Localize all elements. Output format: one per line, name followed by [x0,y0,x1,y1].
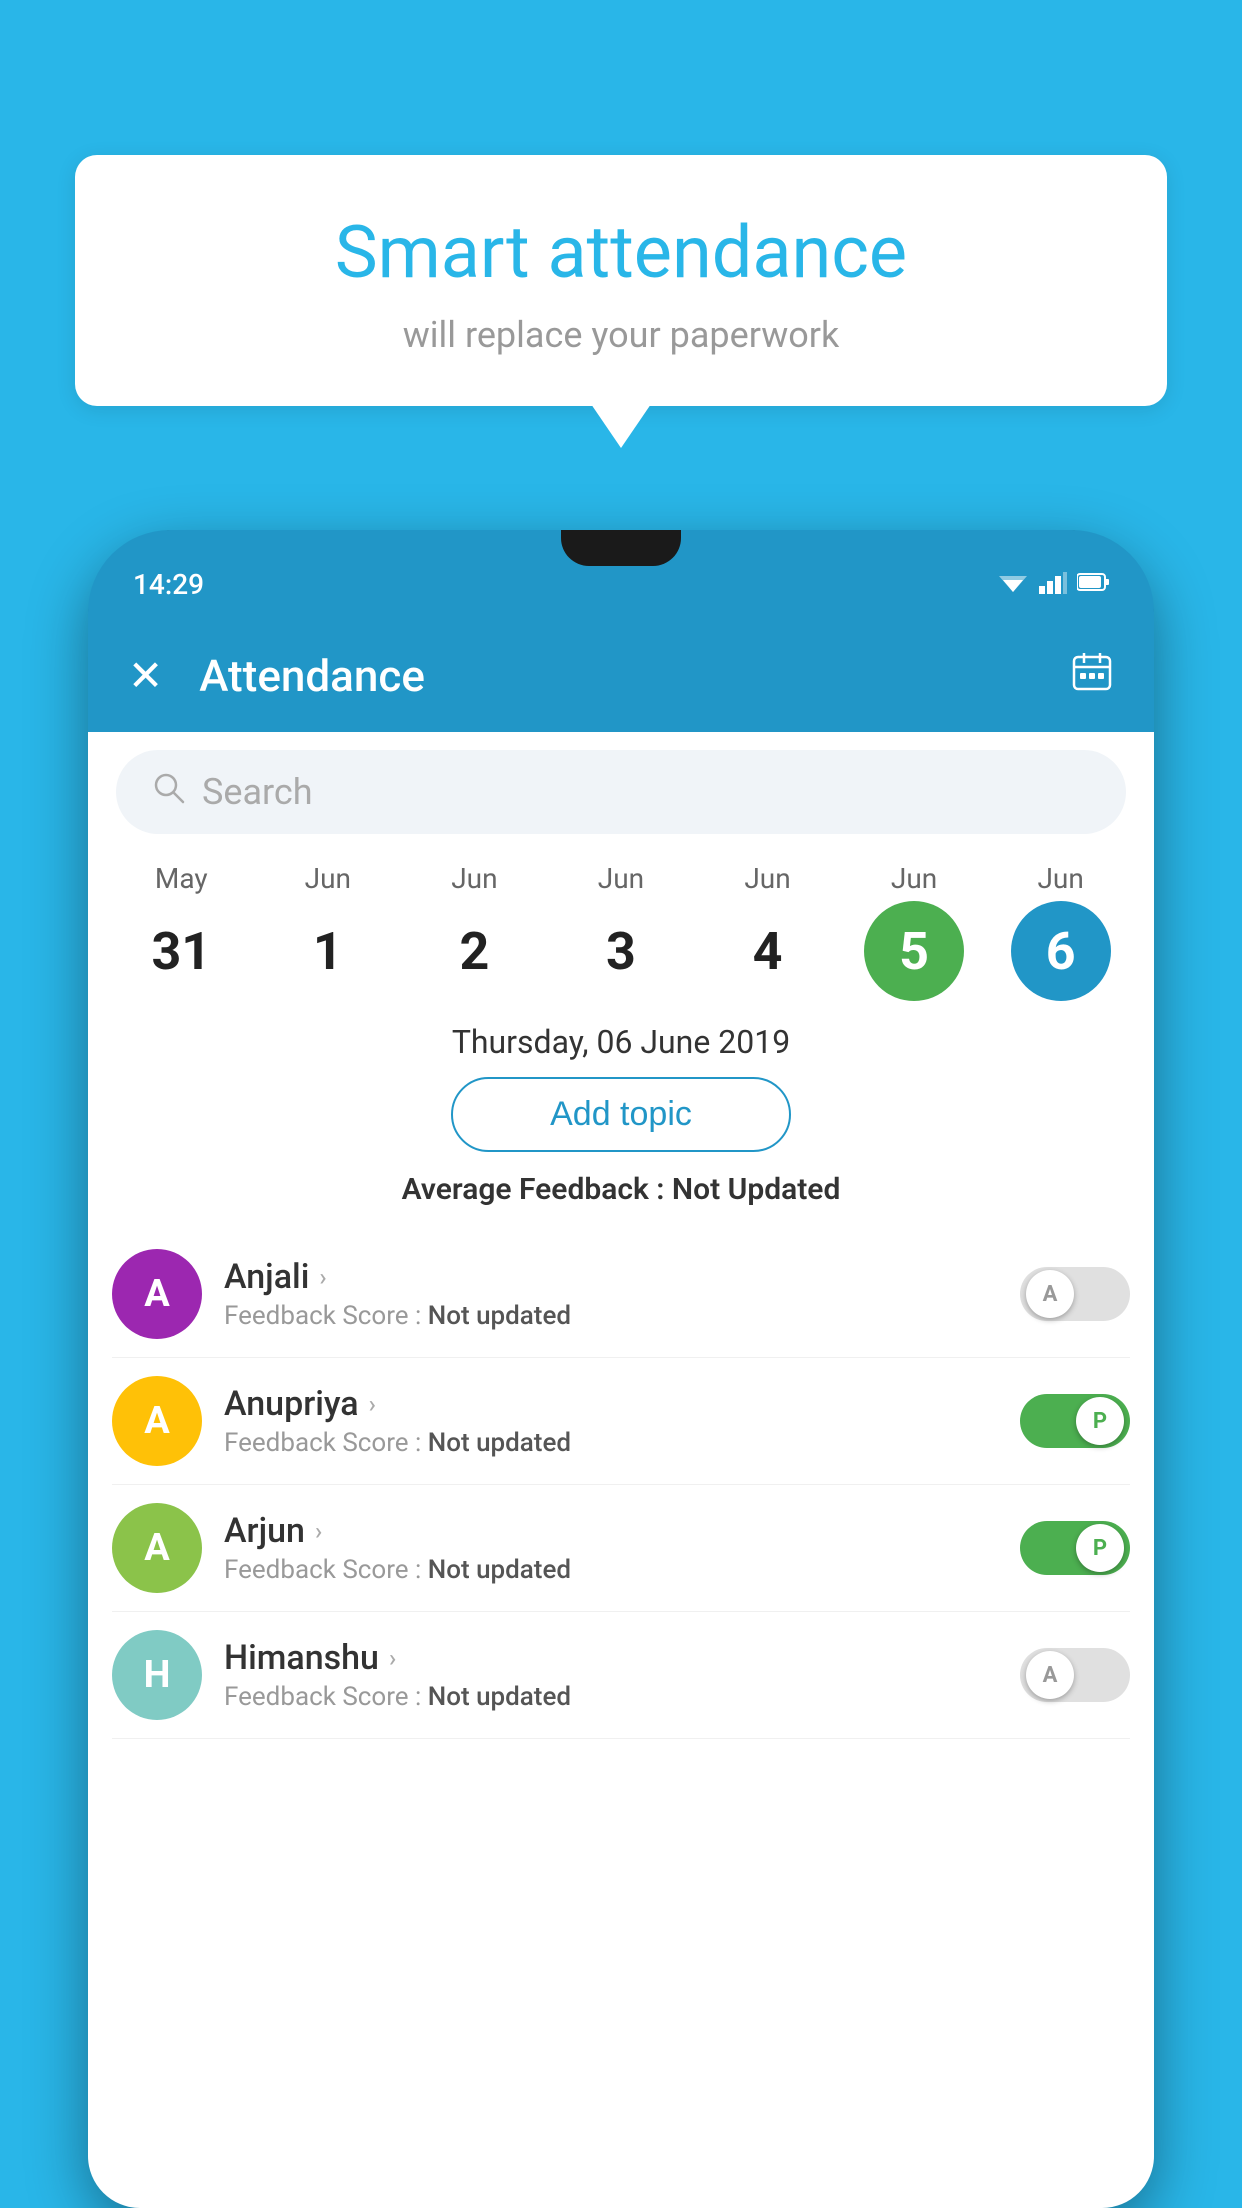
calendar-day-1[interactable]: Jun 1 [263,862,393,1001]
status-time: 14:29 [133,568,204,601]
calendar-button[interactable] [1070,649,1114,703]
phone-screen: Search May 31 Jun 1 Jun 2 Jun 3 Jun [88,732,1154,2208]
attendance-toggle[interactable]: P [1020,1394,1130,1448]
calendar-day-6[interactable]: Jun 6 [996,862,1126,1001]
calendar-day-5[interactable]: Jun 5 [849,862,979,1001]
student-list: A Anjali › Feedback Score : Not updated … [88,1231,1154,1739]
feedback-score: Feedback Score : Not updated [224,1682,998,1712]
student-info[interactable]: Arjun › Feedback Score : Not updated [224,1511,998,1585]
selected-date: Thursday, 06 June 2019 [88,1023,1154,1061]
search-placeholder-text: Search [202,771,313,813]
chevron-right-icon: › [369,1390,376,1418]
signal-icon [1039,568,1067,601]
avatar: A [112,1503,202,1593]
student-name: Himanshu › [224,1638,998,1678]
toggle-knob: P [1076,1524,1124,1572]
feedback-score: Feedback Score : Not updated [224,1555,998,1585]
list-item: A Anupriya › Feedback Score : Not update… [112,1358,1130,1485]
chevron-right-icon: › [389,1644,396,1672]
student-name: Anjali › [224,1257,998,1297]
speech-bubble: Smart attendance will replace your paper… [75,155,1167,406]
toggle-knob: A [1026,1270,1074,1318]
avatar: A [112,1249,202,1339]
chevron-right-icon: › [319,1263,326,1291]
student-name: Anupriya › [224,1384,998,1424]
avg-feedback: Average Feedback : Not Updated [88,1172,1154,1207]
list-item: H Himanshu › Feedback Score : Not update… [112,1612,1130,1739]
student-info[interactable]: Anjali › Feedback Score : Not updated [224,1257,998,1331]
toggle-knob: A [1026,1651,1074,1699]
avatar: A [112,1376,202,1466]
attendance-toggle[interactable]: A [1020,1267,1130,1321]
attendance-toggle[interactable]: P [1020,1521,1130,1575]
search-input-container[interactable]: Search [116,750,1126,834]
calendar-day-2[interactable]: Jun 2 [409,862,539,1001]
calendar-day-3[interactable]: Jun 3 [556,862,686,1001]
close-button[interactable]: ✕ [128,651,163,701]
student-info[interactable]: Himanshu › Feedback Score : Not updated [224,1638,998,1712]
avg-feedback-value: Not Updated [672,1172,840,1207]
list-item: A Anjali › Feedback Score : Not updated … [112,1231,1130,1358]
avg-feedback-label: Average Feedback : [402,1172,672,1207]
chevron-right-icon: › [315,1517,322,1545]
feedback-score: Feedback Score : Not updated [224,1301,998,1331]
student-name: Arjun › [224,1511,998,1551]
calendar-day-0[interactable]: May 31 [116,862,246,1001]
feedback-score: Feedback Score : Not updated [224,1428,998,1458]
list-item: A Arjun › Feedback Score : Not updated P [112,1485,1130,1612]
status-icons [997,568,1109,601]
student-info[interactable]: Anupriya › Feedback Score : Not updated [224,1384,998,1458]
calendar-strip: May 31 Jun 1 Jun 2 Jun 3 Jun 4 Jun 5 [88,852,1154,1001]
phone-frame: 14:29 [88,530,1154,2208]
wifi-icon [997,568,1029,601]
add-topic-button[interactable]: Add topic [451,1077,791,1152]
search-bar: Search [88,732,1154,852]
app-bar-title: Attendance [199,650,1070,702]
search-icon [152,771,186,814]
battery-icon [1077,569,1109,599]
app-bar: ✕ Attendance [88,620,1154,732]
attendance-toggle[interactable]: A [1020,1648,1130,1702]
status-bar: 14:29 [88,530,1154,620]
avatar: H [112,1630,202,1720]
calendar-day-4[interactable]: Jun 4 [703,862,833,1001]
speech-bubble-container: Smart attendance will replace your paper… [75,155,1167,406]
bubble-subtitle: will replace your paperwork [135,314,1107,356]
bubble-title: Smart attendance [135,210,1107,296]
toggle-knob: P [1076,1397,1124,1445]
notch [561,530,681,566]
